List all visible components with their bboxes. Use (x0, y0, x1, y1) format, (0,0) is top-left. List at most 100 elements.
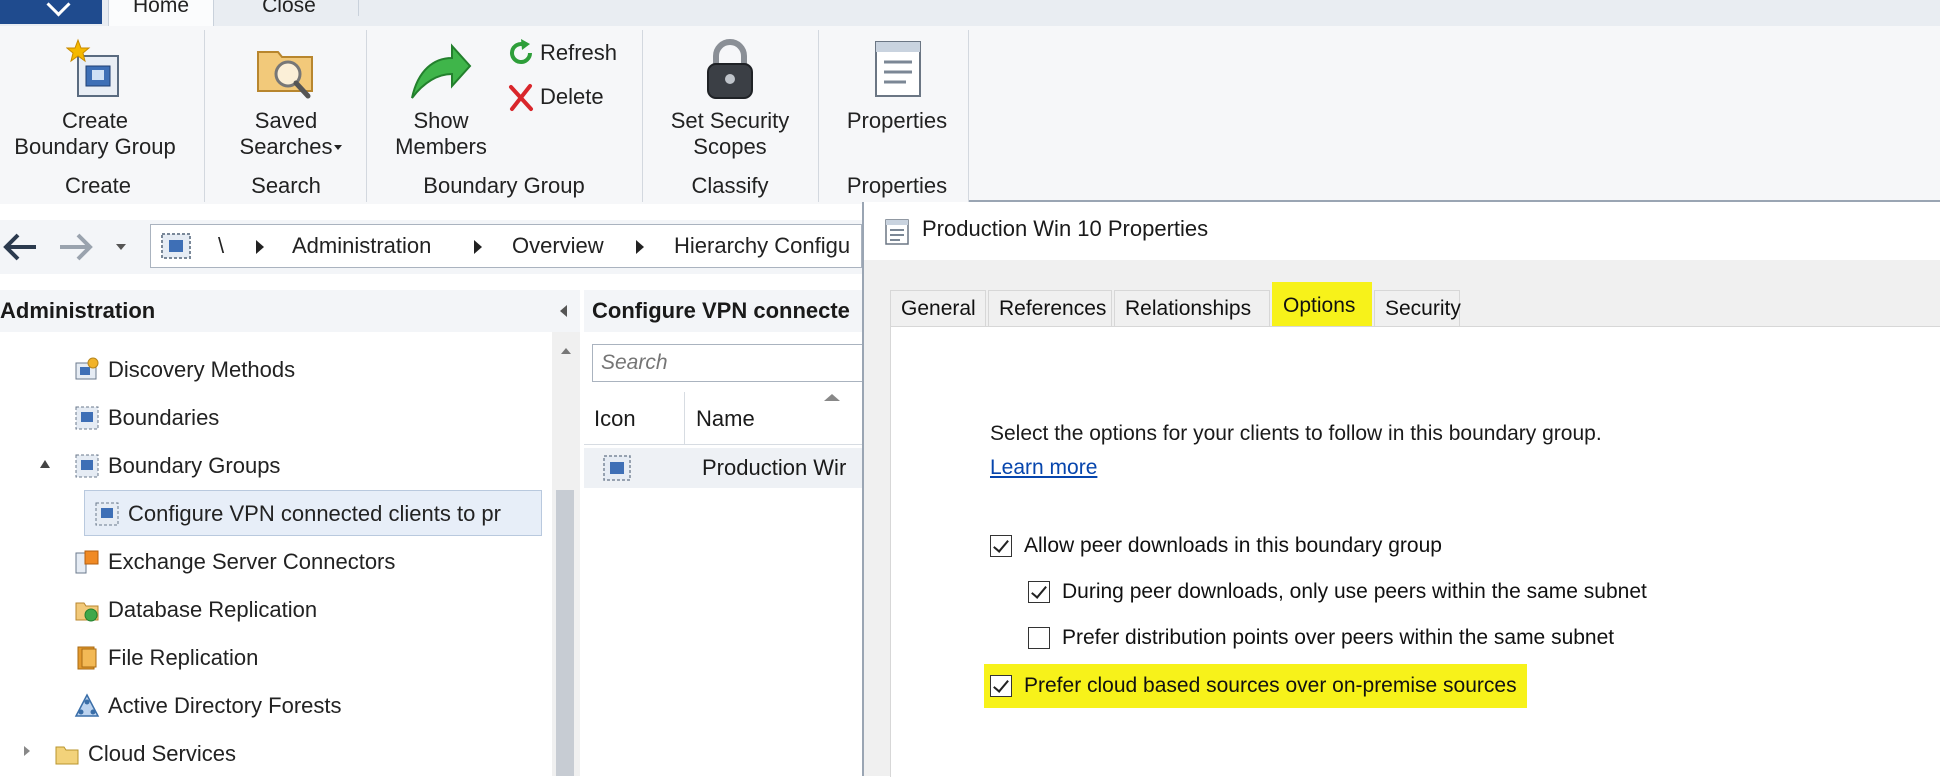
column-header-row: Icon Name (584, 392, 864, 445)
file-replication-icon (77, 646, 97, 670)
create-boundary-group-icon (66, 38, 119, 97)
set-security-scopes-label: Set Security Scopes (670, 108, 790, 159)
tree-item-cloud-services[interactable]: Cloud Services (54, 732, 236, 776)
saved-searches-button[interactable]: Saved Searches (206, 34, 366, 164)
tab-security[interactable]: Security (1374, 290, 1461, 326)
option-allow-peer-downloads[interactable]: Allow peer downloads in this boundary gr… (990, 530, 1442, 562)
boundary-group-icon (75, 454, 99, 478)
checkbox[interactable] (1028, 627, 1050, 649)
tree-item-configure-vpn[interactable]: Configure VPN connected clients to pr (94, 492, 540, 536)
delete-button[interactable]: Delete (506, 80, 604, 114)
tree-item-label: Boundaries (108, 405, 220, 430)
list-pane-header: Configure VPN connecte (584, 290, 864, 332)
group-divider (968, 30, 969, 202)
sort-ascending-icon (824, 394, 840, 401)
breadcrumb-overview[interactable]: Overview (512, 224, 604, 268)
forward-arrow-icon[interactable] (54, 230, 98, 264)
column-header-name[interactable]: Name (696, 406, 755, 432)
group-label-boundary-group: Boundary Group (423, 173, 585, 198)
group-divider (818, 30, 819, 202)
saved-searches-icon (257, 51, 313, 99)
list-pane-title: Configure VPN connecte (592, 298, 850, 323)
tree-item-label: Configure VPN connected clients to pr (128, 501, 501, 526)
tree-item-exchange-server-connectors[interactable]: Exchange Server Connectors (74, 540, 395, 584)
tree-item-file-replication[interactable]: File Replication (74, 636, 258, 680)
group-label-properties: Properties (846, 173, 948, 198)
dropdown-arrow-icon (334, 145, 342, 150)
saved-searches-label: Saved Searches (239, 108, 333, 159)
delete-icon (509, 84, 533, 111)
breadcrumb-separator-icon (474, 240, 482, 254)
collapse-pane-icon[interactable] (560, 305, 567, 317)
row-name: Production Wir (702, 455, 847, 480)
breadcrumb-separator-icon (256, 240, 264, 254)
tab-general[interactable]: General (890, 290, 986, 326)
scroll-up-icon[interactable] (561, 348, 571, 354)
tree-header: Administration (0, 290, 580, 332)
tab-relationships[interactable]: Relationships (1114, 290, 1270, 326)
option-peers-same-subnet[interactable]: During peer downloads, only use peers wi… (1028, 576, 1647, 608)
properties-button[interactable]: Properties (822, 34, 972, 164)
tree-scrollbar-thumb[interactable] (556, 490, 574, 776)
tree-item-label: Exchange Server Connectors (108, 549, 396, 574)
tree-title: Administration (0, 298, 156, 323)
tab-options[interactable]: Options (1272, 282, 1372, 328)
show-members-label: Show Members (395, 108, 487, 159)
discovery-icon (75, 357, 99, 380)
tab-close[interactable]: Close (222, 0, 356, 26)
folder-icon (55, 746, 79, 765)
ad-forest-icon (74, 693, 100, 717)
tab-references[interactable]: References (988, 290, 1112, 326)
breadcrumb-hierarchy-configuration[interactable]: Hierarchy Configu (674, 224, 862, 268)
learn-more-link[interactable]: Learn more (990, 456, 1097, 480)
options-description: Select the options for your clients to f… (990, 422, 1602, 445)
checkbox[interactable] (990, 535, 1012, 557)
boundary-group-icon (95, 502, 119, 526)
group-label-classify: Classify (691, 173, 769, 198)
checkbox[interactable] (990, 675, 1012, 697)
tab-home[interactable]: Home (108, 0, 214, 27)
create-boundary-group-label: Create Boundary Group (14, 108, 176, 159)
padlock-icon (707, 39, 753, 99)
history-dropdown-icon[interactable] (116, 244, 126, 250)
properties-icon (875, 41, 921, 97)
breadcrumb-administration[interactable]: Administration (292, 224, 431, 268)
option-prefer-distribution-points[interactable]: Prefer distribution points over peers wi… (1028, 622, 1614, 654)
tree-item-boundaries[interactable]: Boundaries (74, 396, 219, 440)
column-divider (684, 392, 685, 444)
database-replication-icon (75, 602, 99, 622)
refresh-icon (510, 39, 532, 64)
dialog-title-bar[interactable]: Production Win 10 Properties (864, 202, 1940, 260)
refresh-button[interactable]: Refresh (506, 36, 617, 70)
refresh-label: Refresh (540, 40, 618, 65)
tree-item-active-directory-forests[interactable]: Active Directory Forests (74, 684, 342, 728)
back-arrow-icon[interactable] (0, 230, 44, 264)
option-prefer-cloud-sources[interactable]: Prefer cloud based sources over on-premi… (984, 664, 1527, 708)
search-input[interactable] (592, 344, 872, 382)
group-divider (642, 30, 643, 202)
tree-item-discovery-methods[interactable]: Discovery Methods (74, 348, 295, 392)
show-members-button[interactable]: Show Members (372, 34, 510, 164)
delete-label: Delete (540, 84, 604, 109)
tree-item-label: Discovery Methods (108, 357, 296, 382)
dialog-title: Production Win 10 Properties (922, 216, 1209, 241)
table-row[interactable]: Production Wir (584, 448, 864, 488)
breadcrumb-root[interactable]: \ (218, 224, 224, 268)
create-boundary-group-button[interactable]: Create Boundary Group (0, 34, 204, 164)
expand-arrow-icon[interactable] (24, 746, 30, 756)
properties-label: Properties (846, 108, 948, 133)
group-label-create: Create (64, 173, 132, 198)
group-divider (204, 30, 205, 202)
tree-item-label: Boundary Groups (108, 453, 281, 478)
app-menu-button[interactable] (0, 0, 102, 24)
properties-icon (885, 219, 909, 245)
set-security-scopes-button[interactable]: Set Security Scopes (644, 34, 816, 164)
column-header-icon[interactable]: Icon (594, 406, 636, 432)
tree-item-boundary-groups[interactable]: Boundary Groups (74, 444, 280, 488)
expand-arrow-icon[interactable] (40, 460, 50, 468)
tree-item-database-replication[interactable]: Database Replication (74, 588, 317, 632)
tree-item-label: Database Replication (108, 597, 318, 622)
checkbox[interactable] (1028, 581, 1050, 603)
boundaries-icon (75, 406, 99, 430)
tree-item-label: Cloud Services (88, 741, 236, 766)
